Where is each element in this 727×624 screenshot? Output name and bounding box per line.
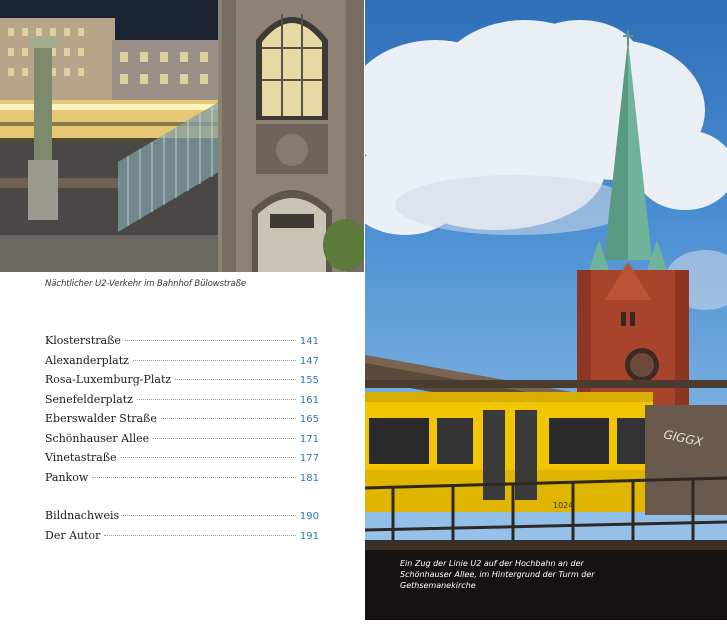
toc-entry-page: 191	[299, 530, 319, 542]
toc-entry-page: 190	[299, 511, 319, 522]
toc-entry-title: Vinetastraße	[45, 451, 117, 464]
toc-entry-page: 161	[299, 394, 319, 406]
toc-entry[interactable]: Vinetastraße 177	[45, 451, 319, 471]
photo-caption: Nächtlicher U2-Verkehr im Bahnhof Bülows…	[45, 279, 247, 289]
toc-leader-dots	[120, 457, 296, 458]
station-photo-night	[0, 0, 364, 272]
table-of-contents: Klosterstraße 141 Alexanderplatz 147 Ros…	[45, 334, 319, 548]
photo-caption: Ein Zug der Linie U2 auf der Hochbahn an…	[400, 559, 595, 590]
toc-entry-page: 147	[299, 355, 319, 367]
left-page: Nächtlicher U2-Verkehr im Bahnhof Bülows…	[0, 0, 364, 624]
toc-leader-dots	[160, 418, 296, 419]
toc-entry[interactable]: Pankow 181	[45, 471, 319, 491]
toc-entry-page: 181	[299, 472, 319, 484]
toc-entry-page: 141	[299, 336, 319, 347]
toc-entry-title: Der Autor	[45, 528, 101, 542]
toc-appendix-entry[interactable]: Der Autor 191	[45, 529, 319, 549]
toc-entry-title: Senefelderplatz	[45, 392, 133, 406]
toc-entry[interactable]: Eberswalder Straße 165	[45, 412, 319, 432]
toc-leader-dots	[124, 340, 296, 341]
toc-entry-title: Schönhauser Allee	[45, 431, 150, 445]
toc-spacer	[45, 490, 319, 509]
station-illustration	[0, 0, 364, 272]
toc-leader-dots	[104, 534, 296, 536]
toc-leader-dots	[132, 359, 296, 361]
toc-entry-page: 165	[299, 414, 319, 425]
toc-entry[interactable]: Alexanderplatz 147	[45, 354, 319, 374]
toc-entry-page: 171	[299, 433, 319, 445]
toc-leader-dots	[136, 398, 296, 400]
toc-entry-page: 177	[299, 453, 319, 464]
toc-entry-title: Rosa-Luxemburg-Platz	[45, 373, 172, 386]
hochbahn-church-photo: 1024 GIGGX	[365, 20, 727, 620]
toc-entry[interactable]: Klosterstraße 141	[45, 334, 319, 354]
toc-entry-title: Klosterstraße	[45, 334, 121, 347]
toc-leader-dots	[153, 437, 296, 439]
toc-leader-dots	[175, 379, 296, 380]
toc-entry[interactable]: Rosa-Luxemburg-Platz 155	[45, 373, 319, 393]
toc-leader-dots	[92, 476, 296, 478]
toc-entry-title: Alexanderplatz	[45, 353, 129, 367]
toc-entry[interactable]: Senefelderplatz 161	[45, 393, 319, 413]
train-number: 1024	[553, 501, 573, 510]
toc-entry[interactable]: Schönhauser Allee 171	[45, 432, 319, 452]
toc-appendix-entry[interactable]: Bildnachweis 190	[45, 509, 319, 529]
u-bahn-train: 1024	[365, 392, 653, 512]
toc-leader-dots	[123, 515, 296, 516]
toc-entry-title: Pankow	[45, 470, 89, 484]
right-page: 1024 GIGGX Ein Zug der Linie U2 auf der …	[365, 0, 727, 620]
toc-entry-title: Eberswalder Straße	[45, 412, 157, 425]
toc-entry-page: 155	[299, 375, 319, 386]
toc-entry-title: Bildnachweis	[45, 509, 120, 522]
